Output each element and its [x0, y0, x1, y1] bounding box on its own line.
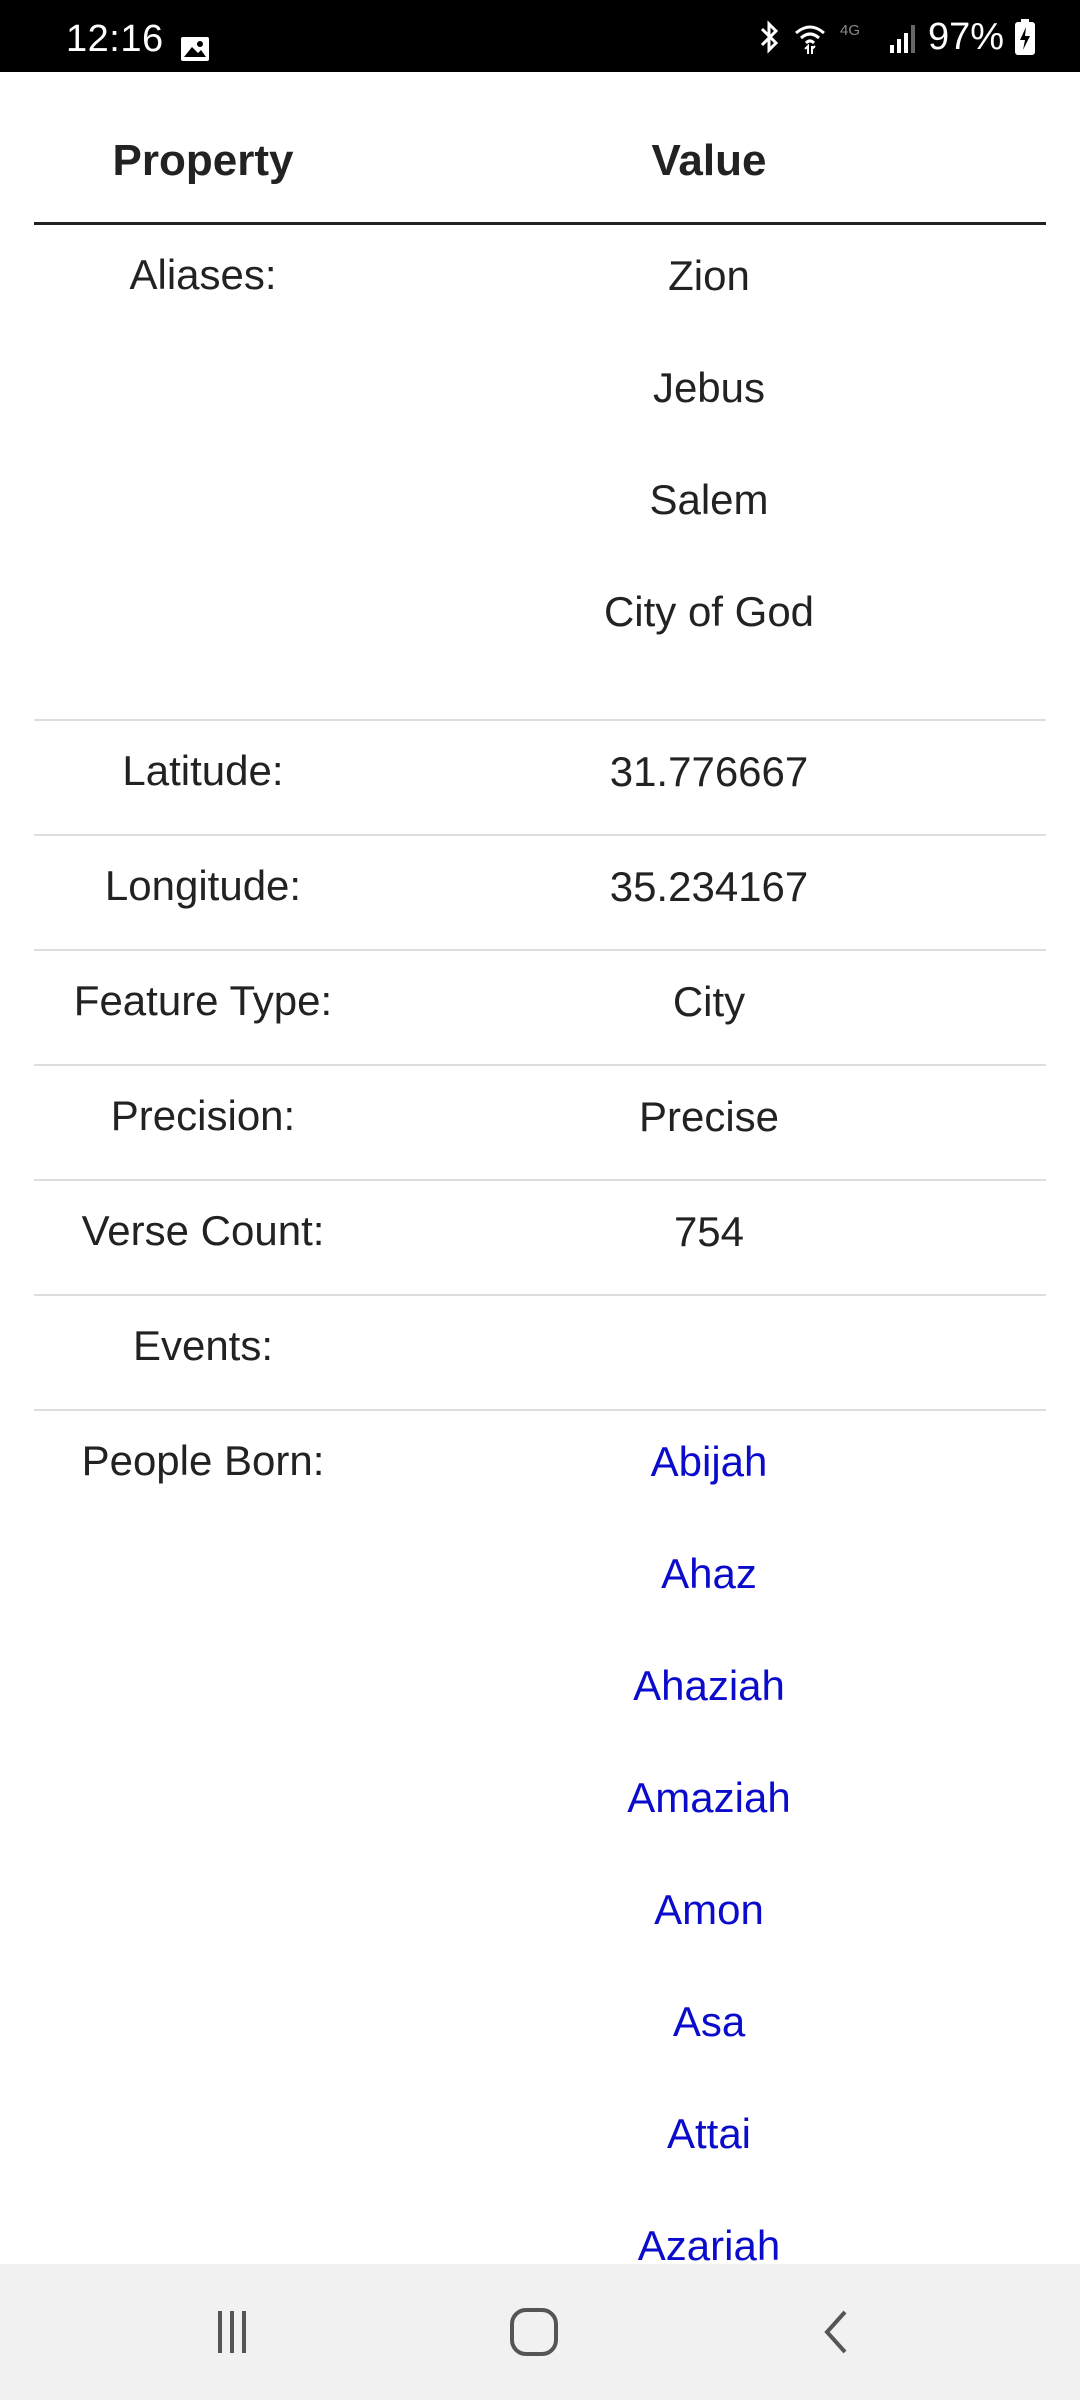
- row-latitude: Latitude: 31.776667: [34, 721, 1046, 836]
- svg-text:4G: 4G: [840, 22, 860, 39]
- status-time: 12:16: [66, 18, 164, 60]
- person-link[interactable]: Azariah: [372, 2221, 1046, 2264]
- aliases-values: Zion Jebus Salem City of God: [372, 251, 1046, 699]
- recent-apps-icon[interactable]: [192, 2294, 272, 2370]
- person-link[interactable]: Ahaziah: [372, 1661, 1046, 1773]
- bluetooth-icon: [758, 19, 782, 55]
- header-property: Property: [112, 136, 294, 185]
- row-aliases: Aliases: Zion Jebus Salem City of God: [34, 225, 1046, 721]
- row-people-born: People Born: Abijah Ahaz Ahaziah Amaziah…: [34, 1411, 1046, 2264]
- person-link[interactable]: Amaziah: [372, 1773, 1046, 1885]
- people-born-values: Abijah Ahaz Ahaziah Amaziah Amon Asa Att…: [372, 1437, 1046, 2264]
- precision-label: Precision:: [110, 1092, 296, 1139]
- alias-item: Jebus: [652, 364, 766, 411]
- precision-value: Precise: [372, 1092, 1046, 1142]
- row-precision: Precision: Precise: [34, 1066, 1046, 1181]
- person-link[interactable]: Amon: [372, 1885, 1046, 1997]
- header-value: Value: [651, 136, 767, 185]
- table-header: Property Value: [34, 72, 1046, 225]
- verse-count-value: 754: [372, 1207, 1046, 1257]
- events-label: Events:: [132, 1322, 274, 1369]
- row-feature-type: Feature Type: City: [34, 951, 1046, 1066]
- person-link[interactable]: Abijah: [372, 1437, 1046, 1549]
- feature-type-value: City: [372, 977, 1046, 1027]
- feature-type-value-text: City: [672, 978, 746, 1025]
- status-bar: 12:16 4G 97%: [0, 0, 1080, 72]
- row-verse-count: Verse Count: 754: [34, 1181, 1046, 1296]
- back-icon[interactable]: [798, 2294, 878, 2370]
- latitude-label: Latitude:: [122, 747, 284, 794]
- 4g-icon: 4G: [838, 19, 878, 55]
- precision-value-text: Precise: [638, 1093, 780, 1140]
- person-link[interactable]: Ahaz: [372, 1549, 1046, 1661]
- longitude-value: 35.234167: [372, 862, 1046, 912]
- row-events: Events:: [34, 1296, 1046, 1411]
- person-link[interactable]: Asa: [372, 1997, 1046, 2109]
- status-icons: 4G 97%: [758, 14, 1036, 60]
- alias-item: City of God: [603, 588, 815, 635]
- longitude-value-text: 35.234167: [609, 863, 809, 910]
- aliases-label: Aliases:: [129, 251, 277, 298]
- longitude-label: Longitude:: [104, 862, 302, 909]
- alias-item: Zion: [668, 252, 750, 299]
- latitude-value: 31.776667: [372, 747, 1046, 797]
- verse-count-label: Verse Count:: [81, 1207, 325, 1254]
- people-born-label: People Born:: [81, 1437, 325, 1484]
- person-link[interactable]: Attai: [372, 2109, 1046, 2221]
- feature-type-label: Feature Type:: [73, 977, 333, 1024]
- property-table: Property Value Aliases: Zion Jebus Salem…: [34, 72, 1046, 2264]
- home-icon[interactable]: [494, 2294, 574, 2370]
- place-details[interactable]: Property Value Aliases: Zion Jebus Salem…: [0, 72, 1080, 2264]
- verse-count-value-text: 754: [673, 1208, 745, 1255]
- image-icon: [180, 29, 210, 61]
- alias-item: Salem: [649, 476, 769, 523]
- battery-charging-icon: [1014, 18, 1036, 56]
- battery-percentage: 97%: [927, 15, 1004, 58]
- row-longitude: Longitude: 35.234167: [34, 836, 1046, 951]
- signal-icon: [888, 19, 918, 55]
- latitude-value-text: 31.776667: [609, 748, 809, 795]
- navigation-bar: [0, 2264, 1080, 2400]
- wifi-icon: [792, 19, 828, 55]
